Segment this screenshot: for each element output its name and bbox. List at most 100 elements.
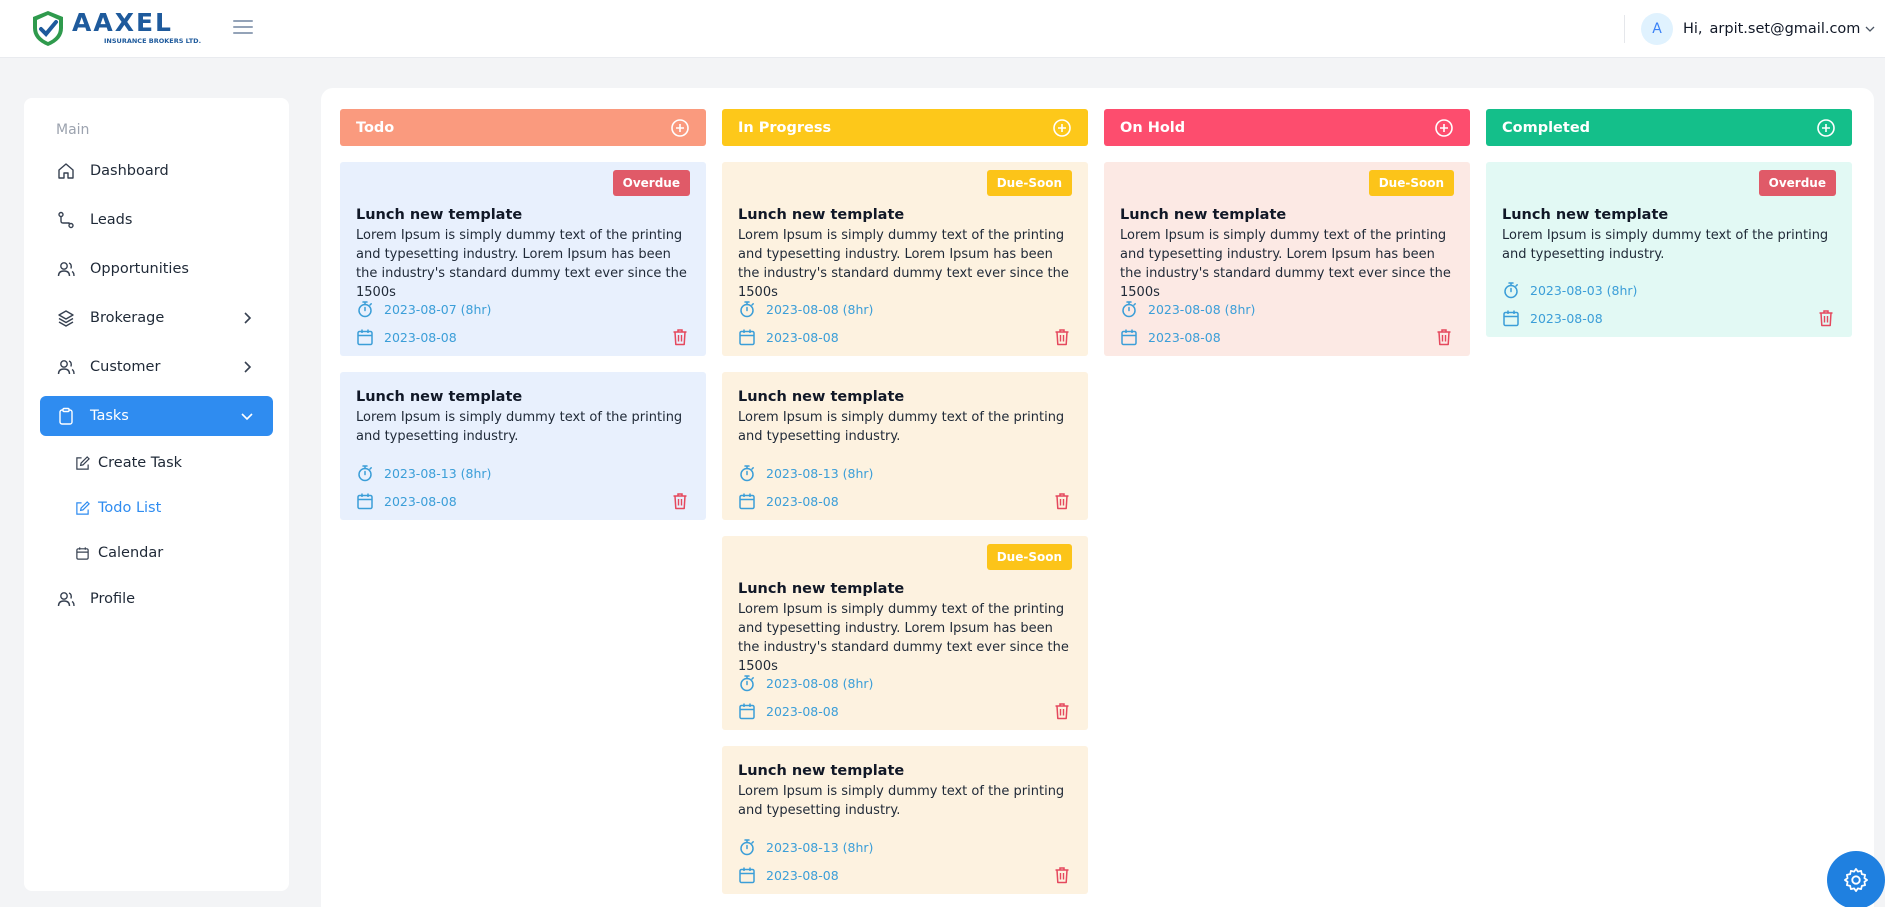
chevron-down-icon xyxy=(1865,26,1875,32)
add-circle-icon[interactable] xyxy=(1052,118,1072,138)
add-circle-icon[interactable] xyxy=(1434,118,1454,138)
task-time: 2023-08-08 (8hr) xyxy=(1120,299,1255,319)
task-description: Lorem Ipsum is simply dummy text of the … xyxy=(356,228,687,300)
task-card[interactable]: Lunch new template Lorem Ipsum is simply… xyxy=(722,746,1088,894)
status-badge: Due-Soon xyxy=(1368,170,1454,196)
menu-toggle-icon[interactable] xyxy=(231,17,255,39)
task-date: 2023-08-08 xyxy=(356,327,457,347)
stopwatch-icon xyxy=(356,300,374,318)
task-description: Lorem Ipsum is simply dummy text of the … xyxy=(738,784,1065,818)
task-description: Lorem Ipsum is simply dummy text of the … xyxy=(738,410,1065,444)
task-title: Lunch new template xyxy=(738,581,905,597)
calendar-icon xyxy=(356,328,374,346)
stopwatch-icon xyxy=(738,464,756,482)
delete-icon[interactable] xyxy=(1054,492,1070,510)
task-date-text: 2023-08-08 xyxy=(766,703,839,719)
column-header-in-progress: In Progress xyxy=(722,109,1088,146)
sidebar-subitem-calendar[interactable]: Calendar xyxy=(74,538,163,568)
brand-tagline: INSURANCE BROKERS LTD. xyxy=(104,37,202,45)
task-date-text: 2023-08-08 xyxy=(766,867,839,883)
task-description: Lorem Ipsum is simply dummy text of the … xyxy=(1502,228,1829,262)
task-title: Lunch new template xyxy=(738,763,905,779)
delete-icon[interactable] xyxy=(1054,702,1070,720)
task-card[interactable]: Overdue Lunch new template Lorem Ipsum i… xyxy=(1486,162,1852,337)
edit-icon xyxy=(74,500,90,516)
delete-icon[interactable] xyxy=(1436,328,1452,346)
column-header-completed: Completed xyxy=(1486,109,1852,146)
edit-icon xyxy=(74,455,90,471)
task-card[interactable]: Due-Soon Lunch new template Lorem Ipsum … xyxy=(1104,162,1470,356)
shield-logo-icon xyxy=(33,11,63,46)
task-card[interactable]: Due-Soon Lunch new template Lorem Ipsum … xyxy=(722,162,1088,356)
delete-icon[interactable] xyxy=(672,328,688,346)
column-header-on-hold: On Hold xyxy=(1104,109,1470,146)
calendar-icon xyxy=(738,328,756,346)
stopwatch-icon xyxy=(738,300,756,318)
add-circle-icon[interactable] xyxy=(1816,118,1836,138)
task-title: Lunch new template xyxy=(356,389,523,405)
task-date: 2023-08-08 xyxy=(738,327,839,347)
task-date: 2023-08-08 xyxy=(1120,327,1221,347)
status-badge: Overdue xyxy=(1758,170,1836,196)
delete-icon[interactable] xyxy=(1054,328,1070,346)
sidebar-item-dashboard[interactable]: Dashboard xyxy=(40,151,273,191)
delete-icon[interactable] xyxy=(1054,866,1070,884)
sidebar-item-label: Leads xyxy=(90,212,133,228)
add-circle-icon[interactable] xyxy=(670,118,690,138)
calendar-icon xyxy=(74,545,90,561)
route-icon xyxy=(56,210,76,230)
task-card[interactable]: Lunch new template Lorem Ipsum is simply… xyxy=(340,372,706,520)
gear-icon xyxy=(1844,868,1868,892)
task-card[interactable]: Lunch new template Lorem Ipsum is simply… xyxy=(722,372,1088,520)
sidebar-subitem-create-task[interactable]: Create Task xyxy=(74,448,182,478)
sidebar-item-opportunities[interactable]: Opportunities xyxy=(40,249,273,289)
task-title: Lunch new template xyxy=(738,389,905,405)
subitem-label: Create Task xyxy=(98,455,183,471)
task-date-text: 2023-08-08 xyxy=(384,329,457,345)
delete-icon[interactable] xyxy=(672,492,688,510)
sidebar-item-label: Tasks xyxy=(90,408,129,424)
top-header: AAXEL INSURANCE BROKERS LTD. A Hi, arpit… xyxy=(0,0,1885,58)
sidebar-subitem-todo-list[interactable]: Todo List xyxy=(74,493,161,523)
sidebar-item-label: Dashboard xyxy=(90,163,169,179)
subitem-label: Todo List xyxy=(98,500,162,516)
home-icon xyxy=(56,161,76,181)
subitem-label: Calendar xyxy=(98,545,164,561)
sidebar-item-brokerage[interactable]: Brokerage xyxy=(40,298,273,338)
chevron-down-icon xyxy=(241,413,253,421)
sidebar-item-tasks[interactable]: Tasks xyxy=(40,396,273,436)
task-date-text: 2023-08-08 xyxy=(766,493,839,509)
task-time-text: 2023-08-13 (8hr) xyxy=(766,465,874,481)
column-title: Completed xyxy=(1502,119,1591,136)
task-date-text: 2023-08-08 xyxy=(766,329,839,345)
delete-icon[interactable] xyxy=(1818,309,1834,327)
task-card[interactable]: Due-Soon Lunch new template Lorem Ipsum … xyxy=(722,536,1088,730)
task-time: 2023-08-08 (8hr) xyxy=(738,673,873,693)
calendar-icon xyxy=(738,492,756,510)
task-title: Lunch new template xyxy=(1120,207,1287,223)
sidebar-item-customer[interactable]: Customer xyxy=(40,347,273,387)
brand-logo[interactable]: AAXEL INSURANCE BROKERS LTD. xyxy=(28,8,201,48)
stopwatch-icon xyxy=(1120,300,1138,318)
avatar: A xyxy=(1641,13,1673,45)
sidebar-section-label: Main xyxy=(56,122,90,138)
task-date: 2023-08-08 xyxy=(356,491,457,511)
sidebar-item-profile[interactable]: Profile xyxy=(40,579,273,619)
users-icon xyxy=(56,357,76,377)
task-time: 2023-08-13 (8hr) xyxy=(356,463,491,483)
task-description: Lorem Ipsum is simply dummy text of the … xyxy=(356,410,683,444)
task-title: Lunch new template xyxy=(356,207,523,223)
status-badge: Due-Soon xyxy=(986,170,1072,196)
brand-name: AAXEL xyxy=(72,8,173,37)
status-badge: Overdue xyxy=(612,170,690,196)
stopwatch-icon xyxy=(738,674,756,692)
sidebar-item-label: Brokerage xyxy=(90,310,165,326)
task-time-text: 2023-08-08 (8hr) xyxy=(1148,301,1256,317)
calendar-icon xyxy=(1502,309,1520,327)
stopwatch-icon xyxy=(356,464,374,482)
user-menu[interactable]: A Hi, arpit.set@gmail.com xyxy=(1641,13,1876,45)
task-card[interactable]: Overdue Lunch new template Lorem Ipsum i… xyxy=(340,162,706,356)
settings-fab-button[interactable] xyxy=(1827,851,1885,907)
stopwatch-icon xyxy=(738,838,756,856)
sidebar-item-leads[interactable]: Leads xyxy=(40,200,273,240)
